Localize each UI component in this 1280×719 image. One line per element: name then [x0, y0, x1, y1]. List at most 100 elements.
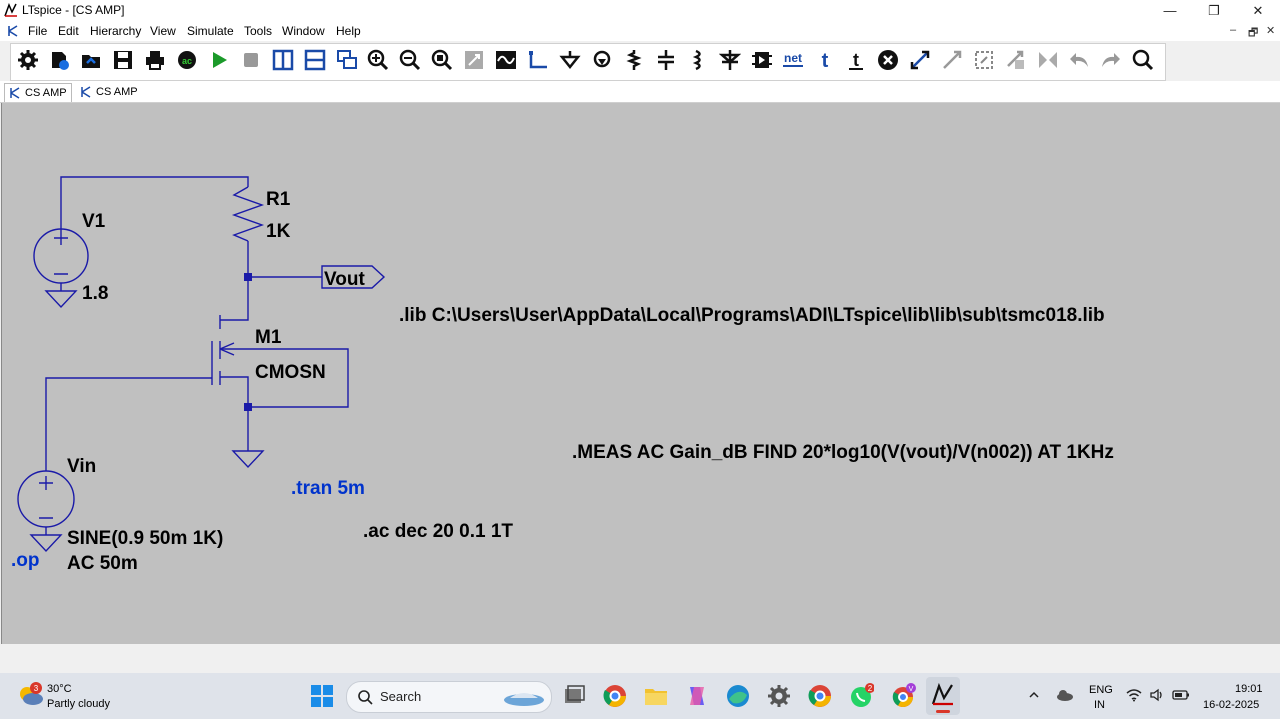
- clock-date[interactable]: 16-02-2025: [1203, 699, 1259, 711]
- language-code[interactable]: ENG: [1089, 684, 1113, 696]
- mdi-close-button[interactable]: ✕: [1266, 24, 1275, 37]
- vin-value-sine[interactable]: SINE(0.9 50m 1K): [67, 528, 223, 549]
- taskbar-search[interactable]: Search: [346, 681, 552, 713]
- save-icon[interactable]: [112, 49, 134, 71]
- windows-start-icon[interactable]: [309, 683, 335, 709]
- ltspice-menu-icon[interactable]: [6, 24, 20, 38]
- ac-directive[interactable]: .ac dec 20 0.1 1T: [363, 521, 513, 542]
- weather-desc[interactable]: Partly cloudy: [47, 698, 110, 710]
- weather-icon[interactable]: 3: [16, 682, 44, 708]
- menu-help[interactable]: Help: [336, 24, 361, 38]
- tab-cs-amp-1[interactable]: CS AMP: [4, 83, 72, 102]
- resistor-icon[interactable]: [623, 49, 645, 71]
- redo-icon[interactable]: [1100, 49, 1122, 71]
- m1-name[interactable]: M1: [255, 327, 282, 348]
- mirror-icon[interactable]: [1005, 49, 1027, 71]
- tran-directive[interactable]: .tran 5m: [291, 478, 365, 499]
- close-button[interactable]: ✕: [1236, 0, 1280, 21]
- menu-window[interactable]: Window: [282, 24, 325, 38]
- stop-icon[interactable]: [240, 49, 262, 71]
- rotate-icon[interactable]: [973, 49, 995, 71]
- whatsapp-icon[interactable]: 2: [848, 683, 874, 709]
- r1-name[interactable]: R1: [266, 189, 291, 210]
- battery-icon[interactable]: [1172, 689, 1190, 701]
- cascade-icon[interactable]: [336, 49, 358, 71]
- zoom-area-icon[interactable]: [463, 49, 485, 71]
- waveform-icon[interactable]: [495, 49, 517, 71]
- move-icon[interactable]: [909, 49, 931, 71]
- ac-analysis-icon[interactable]: ac: [176, 49, 198, 71]
- r1-symbol[interactable]: [231, 186, 265, 242]
- label-icon[interactable]: [591, 49, 613, 71]
- minimize-button[interactable]: —: [1148, 0, 1192, 21]
- menu-simulate[interactable]: Simulate: [187, 24, 234, 38]
- zoom-in-icon[interactable]: [367, 49, 389, 71]
- spice-directive-icon[interactable]: t: [845, 49, 867, 71]
- m1-symbol[interactable]: [211, 315, 248, 385]
- edge-icon[interactable]: [725, 683, 751, 709]
- v1-value[interactable]: 1.8: [82, 283, 108, 304]
- r1-value[interactable]: 1K: [266, 221, 291, 242]
- lib-directive[interactable]: .lib C:\Users\User\AppData\Local\Program…: [399, 305, 1105, 326]
- copilot-icon[interactable]: [684, 683, 710, 709]
- netlist-icon[interactable]: net: [781, 49, 805, 71]
- meas-directive[interactable]: .MEAS AC Gain_dB FIND 20*log10(V(vout)/V…: [572, 442, 1114, 463]
- capacitor-icon[interactable]: [655, 49, 677, 71]
- mdi-minimize-button[interactable]: –: [1230, 24, 1236, 36]
- volume-icon[interactable]: [1149, 688, 1165, 702]
- ltspice-taskbar-button[interactable]: [926, 677, 960, 715]
- wire-icon[interactable]: [527, 49, 549, 71]
- onedrive-cloud-icon[interactable]: [1055, 687, 1075, 703]
- language-region[interactable]: IN: [1094, 699, 1105, 711]
- diode-icon[interactable]: [719, 49, 741, 71]
- menu-file[interactable]: File: [28, 24, 47, 38]
- find-icon[interactable]: [1132, 49, 1154, 71]
- wifi-icon[interactable]: [1126, 688, 1142, 702]
- open-file-icon[interactable]: [48, 49, 70, 71]
- zoom-out-icon[interactable]: [399, 49, 421, 71]
- tile-vertical-icon[interactable]: [272, 49, 294, 71]
- chevron-up-icon[interactable]: [1028, 689, 1040, 701]
- schematic-canvas[interactable]: V1 1.8 R1 1K Vout M1 CMOSN Vin SINE(0.9 …: [1, 103, 1280, 644]
- task-view-icon[interactable]: [561, 683, 587, 709]
- undo-icon[interactable]: [1068, 49, 1090, 71]
- text-icon[interactable]: t: [814, 49, 836, 71]
- ground-icon[interactable]: [559, 49, 581, 71]
- component-icon[interactable]: [751, 49, 773, 71]
- chrome-profile-v-icon[interactable]: V: [890, 683, 916, 709]
- vin-symbol[interactable]: [17, 470, 75, 528]
- menu-hierarchy[interactable]: Hierarchy: [90, 24, 141, 38]
- flip-icon[interactable]: [1037, 49, 1059, 71]
- menu-edit[interactable]: Edit: [58, 24, 79, 38]
- vin-value-ac[interactable]: AC 50m: [67, 553, 138, 574]
- clock-time[interactable]: 19:01: [1235, 683, 1263, 695]
- vin-name[interactable]: Vin: [67, 456, 96, 477]
- inductor-icon[interactable]: [687, 49, 709, 71]
- search-label: Search: [380, 689, 422, 704]
- v1-name[interactable]: V1: [82, 211, 106, 232]
- menu-tools[interactable]: Tools: [244, 24, 272, 38]
- drag-icon[interactable]: [941, 49, 963, 71]
- delete-icon[interactable]: [877, 49, 899, 71]
- print-icon[interactable]: [144, 49, 166, 71]
- menu-view[interactable]: View: [150, 24, 176, 38]
- v1-symbol[interactable]: [33, 228, 89, 284]
- schematic-icon: [81, 86, 91, 98]
- settings-gear-icon[interactable]: [766, 683, 792, 709]
- op-directive[interactable]: .op: [11, 550, 40, 571]
- tab-cs-amp-2[interactable]: CS AMP: [76, 83, 142, 101]
- file-explorer-icon[interactable]: [643, 683, 669, 709]
- chrome-icon[interactable]: [807, 683, 833, 709]
- run-icon[interactable]: [208, 49, 230, 71]
- status-bar: [0, 645, 1280, 673]
- zoom-fit-icon[interactable]: [431, 49, 453, 71]
- weather-temp[interactable]: 30°C: [47, 683, 72, 695]
- restore-button[interactable]: ❐: [1192, 0, 1236, 21]
- whatsapp-badge: 2: [868, 684, 873, 693]
- m1-model[interactable]: CMOSN: [255, 362, 326, 383]
- settings-icon[interactable]: [17, 49, 39, 71]
- tile-horizontal-icon[interactable]: [304, 49, 326, 71]
- vout-label[interactable]: Vout: [324, 269, 365, 290]
- open-folder-icon[interactable]: [80, 49, 102, 71]
- chrome-profile-icon[interactable]: [602, 683, 628, 709]
